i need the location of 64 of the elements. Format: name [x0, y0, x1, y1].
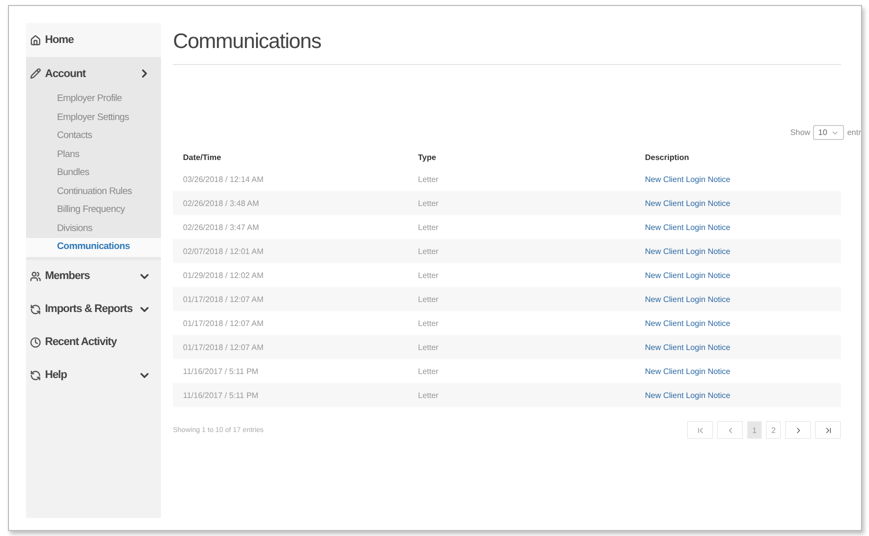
table-cell-text: 01/17/2018 / 12:07 AM — [183, 342, 265, 352]
table-cell-text: Letter — [418, 222, 440, 232]
table-cell-text: Letter — [418, 342, 440, 352]
pencil-icon — [30, 68, 41, 79]
show-label: Show — [790, 128, 810, 137]
entries-label: entr — [847, 128, 861, 137]
table-cell-text: 01/29/2018 / 12:02 AM — [183, 270, 265, 280]
sidebar-item[interactable]: Imports & Reports — [26, 292, 161, 326]
description-link[interactable]: New Client Login Notice — [645, 198, 841, 208]
table-cell-text: 01/17/2018 / 12:07 AM — [183, 318, 265, 328]
description-link[interactable]: New Client Login Notice — [645, 222, 841, 232]
description-link[interactable]: New Client Login Notice — [645, 174, 841, 184]
table-cell-text: 11/16/2017 / 5:11 PM — [183, 366, 260, 376]
next-page-button[interactable] — [785, 421, 811, 439]
refresh-icon — [30, 304, 41, 314]
column-header[interactable]: Type — [418, 152, 645, 162]
table-cell-text: Letter — [418, 246, 440, 256]
previous-page-button[interactable] — [717, 421, 743, 439]
submenu-item[interactable]: Bundles — [26, 164, 161, 182]
sidebar-item[interactable]: Help — [26, 358, 161, 392]
first-icon — [696, 426, 704, 434]
description-link[interactable]: New Client Login Notice — [645, 342, 841, 352]
sidebar-item[interactable]: Recent Activity — [26, 326, 161, 358]
submenu-item[interactable]: Employer Profile — [26, 90, 161, 108]
submenu-item[interactable]: Divisions — [26, 220, 161, 238]
column-header[interactable]: Description — [645, 152, 841, 162]
home-icon — [30, 34, 41, 46]
description-link[interactable]: New Client Login Notice — [645, 270, 841, 280]
sidebar-item[interactable]: Members — [26, 260, 161, 292]
last-icon — [824, 426, 832, 434]
table-cell-text: Letter — [418, 366, 440, 376]
table-cell-text: Letter — [418, 174, 440, 184]
page-title: Communications — [173, 30, 841, 65]
description-link[interactable]: New Client Login Notice — [645, 390, 841, 400]
table-cell-text: Letter — [418, 294, 440, 304]
description-link[interactable]: New Client Login Notice — [645, 318, 841, 328]
column-header[interactable]: Date/Time — [183, 152, 418, 162]
table-cell-text: Letter — [418, 318, 440, 328]
users-icon — [30, 270, 41, 282]
table-cell-text: 11/16/2017 / 5:11 PM — [183, 390, 260, 400]
table-cell-text: 03/26/2018 / 12:14 AM — [183, 174, 265, 184]
submenu-item[interactable]: Communications — [26, 238, 161, 256]
submenu-item[interactable]: Plans — [26, 146, 161, 164]
table-cell-text: 02/26/2018 / 3:47 AM — [183, 222, 260, 232]
table-cell-text: Letter — [418, 198, 440, 208]
table-cell-text: Letter — [418, 270, 440, 280]
submenu-item[interactable]: Contacts — [26, 127, 161, 146]
table-cell-text: Letter — [418, 390, 440, 400]
submenu-item[interactable]: Continuation Rules — [26, 182, 161, 201]
last-page-button[interactable] — [815, 421, 841, 439]
description-link[interactable]: New Client Login Notice — [645, 246, 841, 256]
clock-icon — [30, 336, 41, 348]
table-cell-text: 02/26/2018 / 3:48 AM — [183, 198, 260, 208]
page-button[interactable]: 2 — [766, 421, 781, 439]
table-cell-text: 02/07/2018 / 12:01 AM — [183, 246, 265, 256]
table-cell-text: 01/17/2018 / 12:07 AM — [183, 294, 265, 304]
submenu-item[interactable]: Billing Frequency — [26, 201, 161, 220]
page-size-select[interactable]: 10 — [813, 125, 844, 140]
description-link[interactable]: New Client Login Notice — [645, 294, 841, 304]
sidebar-item[interactable]: Account — [26, 57, 161, 90]
first-page-button[interactable] — [687, 421, 713, 439]
refresh-icon — [30, 370, 41, 380]
description-link[interactable]: New Client Login Notice — [645, 366, 841, 376]
submenu-item[interactable]: Employer Settings — [26, 108, 161, 127]
